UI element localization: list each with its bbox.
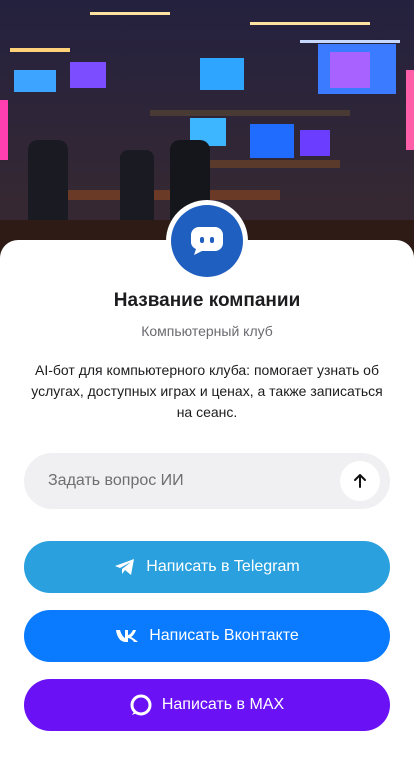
vk-button[interactable]: Написать Вконтакте — [24, 610, 390, 662]
arrow-up-icon — [354, 474, 366, 488]
company-subtitle: Компьютерный клуб — [141, 323, 273, 339]
telegram-button-label: Написать в Telegram — [146, 558, 300, 575]
telegram-icon — [114, 558, 136, 576]
company-name: Название компании — [113, 290, 301, 311]
company-avatar — [166, 200, 248, 282]
vk-icon — [115, 629, 139, 643]
company-description: AI-бот для компьютерного клуба: помогает… — [31, 362, 383, 420]
vk-button-label: Написать Вконтакте — [149, 627, 299, 644]
max-button[interactable]: Написать в MAX — [24, 679, 390, 731]
max-icon — [130, 694, 152, 716]
telegram-button[interactable]: Написать в Telegram — [24, 541, 390, 593]
ask-ai-field — [24, 453, 390, 509]
chat-bubble-icon — [171, 205, 243, 277]
send-button[interactable] — [340, 461, 380, 501]
ask-ai-input[interactable] — [24, 453, 334, 509]
max-button-label: Написать в MAX — [161, 696, 285, 713]
